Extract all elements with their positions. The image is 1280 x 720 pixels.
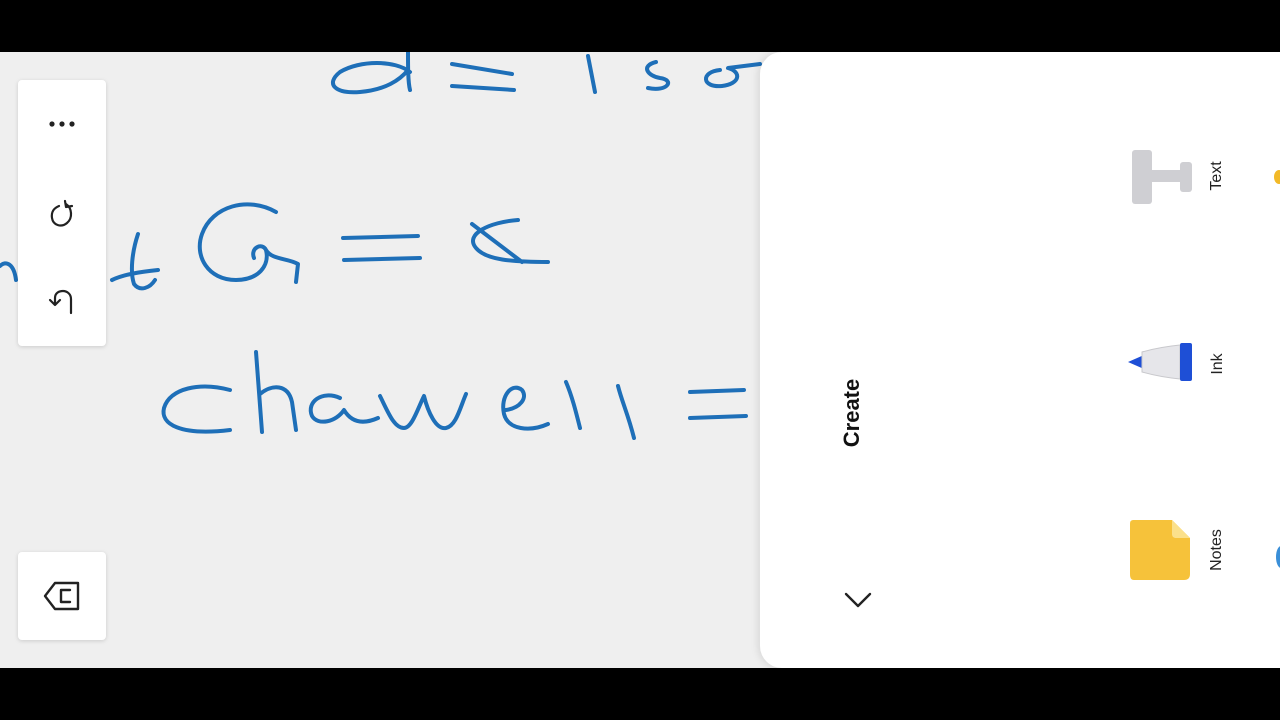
whiteboard-canvas[interactable]: Create Text Ink Notes (0, 52, 1280, 668)
text-tool-icon (1132, 150, 1192, 204)
create-item-notes[interactable]: Notes (1120, 512, 1230, 588)
ink-pen-icon (1128, 343, 1192, 381)
create-item-notes-label: Notes (1208, 529, 1225, 571)
chevron-down-icon (844, 592, 872, 608)
undo-button[interactable] (18, 272, 106, 332)
more-options-button[interactable] (18, 94, 106, 154)
letterbox-top (0, 0, 1280, 52)
collapse-panel-button[interactable] (838, 580, 878, 620)
partial-item-icon (1274, 170, 1280, 184)
create-item-ink-label: Ink (1209, 353, 1226, 375)
panel-title: Create (839, 378, 864, 448)
canvas-toolbar (18, 80, 106, 346)
exit-button[interactable] (18, 552, 106, 640)
redo-button[interactable] (18, 184, 106, 244)
partial-item-icon (1276, 546, 1280, 568)
create-item-text-label: Text (1208, 161, 1225, 191)
create-item-text[interactable]: Text (1120, 140, 1230, 210)
undo-icon (48, 289, 73, 315)
more-horizontal-icon (49, 121, 75, 127)
redo-icon (50, 199, 74, 227)
create-item-ink[interactable]: Ink (1120, 328, 1230, 398)
exit-arrow-icon (43, 581, 80, 611)
letterbox-bottom (0, 668, 1280, 720)
sticky-note-icon (1130, 520, 1190, 580)
